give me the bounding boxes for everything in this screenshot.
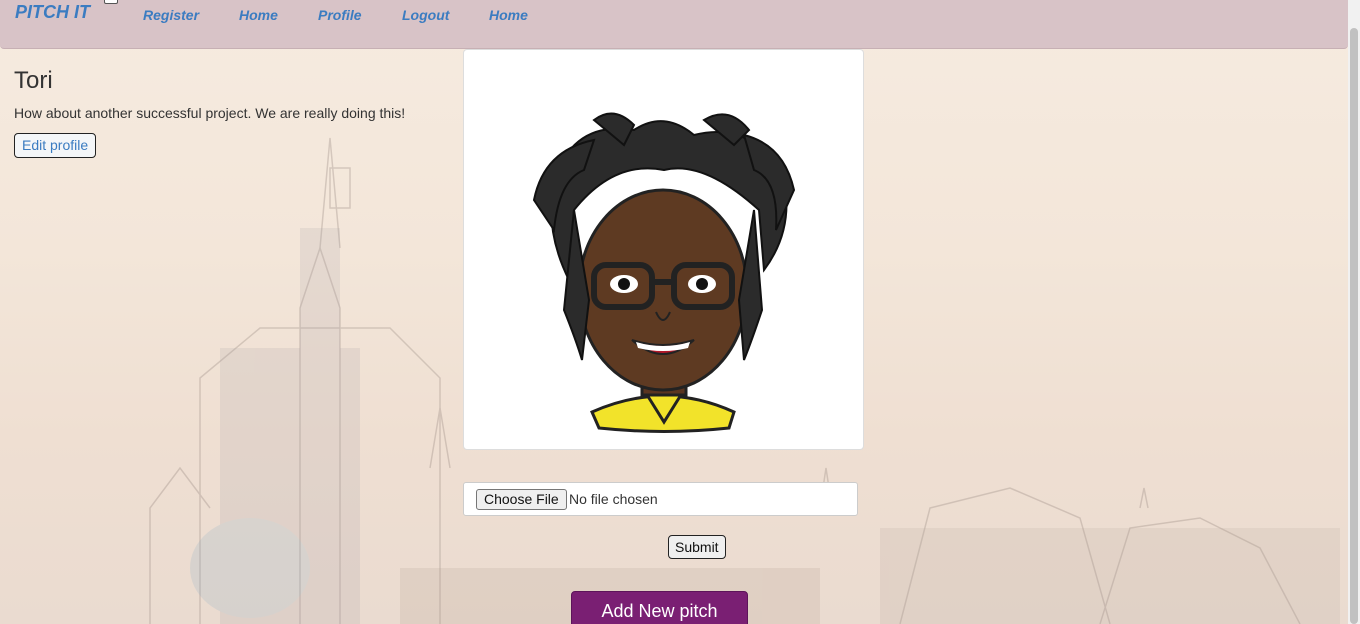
nav-home-link-2[interactable]: Home	[489, 7, 528, 23]
nav-logout-link[interactable]: Logout	[402, 7, 449, 23]
profile-photo-card	[463, 49, 864, 450]
navbar-toggle-checkbox[interactable]	[104, 0, 118, 4]
page-scrollbar[interactable]	[1348, 0, 1360, 624]
file-input[interactable]: Choose File No file chosen	[463, 482, 858, 516]
profile-username: Tori	[14, 67, 53, 94]
scrollbar-thumb[interactable]	[1350, 28, 1358, 624]
file-status-text: No file chosen	[569, 491, 658, 507]
edit-profile-button[interactable]: Edit profile	[14, 133, 97, 158]
submit-button[interactable]: Submit	[668, 535, 726, 559]
nav-home-link[interactable]: Home	[239, 7, 278, 23]
add-new-pitch-button[interactable]: Add New pitch	[571, 591, 748, 624]
nav-register-link[interactable]: Register	[143, 7, 199, 23]
profile-bio: How about another successful project. We…	[14, 105, 406, 121]
avatar	[532, 112, 796, 433]
choose-file-button[interactable]: Choose File	[476, 489, 567, 510]
nav-profile-link[interactable]: Profile	[318, 7, 362, 23]
top-navbar: PITCH IT Register Home Profile Logout Ho…	[0, 0, 1348, 49]
brand-logo[interactable]: PITCH IT	[15, 2, 90, 23]
